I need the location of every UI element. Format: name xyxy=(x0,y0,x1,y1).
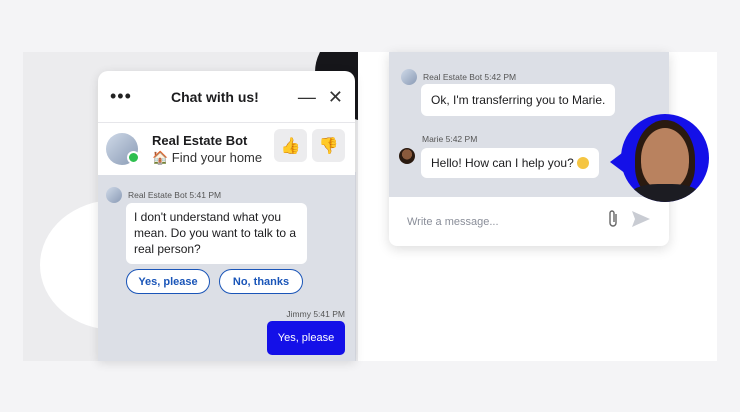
chat-messages: Real Estate Bot 5:41 PM I don't understa… xyxy=(98,175,355,361)
agent-message-text: Hello! How can I help you? xyxy=(431,156,574,170)
chat-header: ••• Chat with us! — ✕ xyxy=(98,71,355,123)
bot-mini-avatar xyxy=(106,187,122,203)
menu-dots-icon[interactable]: ••• xyxy=(110,86,132,107)
send-icon[interactable] xyxy=(631,210,651,233)
agent-message: Hello! How can I help you? xyxy=(421,148,599,179)
bot-message: Ok, I'm transferring you to Marie. xyxy=(421,84,616,117)
chat-title: Chat with us! xyxy=(170,88,259,105)
agent-mini-avatar xyxy=(399,148,415,164)
quick-reply-no-button[interactable]: No, thanks xyxy=(219,269,303,294)
quick-reply-yes-button[interactable]: Yes, please xyxy=(126,269,210,294)
agent-avatar xyxy=(621,114,709,202)
bot-message: I don't understand what you mean. Do you… xyxy=(126,203,307,264)
bot-mini-avatar xyxy=(401,69,417,85)
message-meta: Real Estate Bot 5:42 PM xyxy=(423,72,517,82)
bot-subtitle: 🏠 Find your home xyxy=(152,149,263,165)
chat-widget: ••• Chat with us! — ✕ Real Estate Bot 🏠 … xyxy=(98,71,355,361)
message-input-placeholder: Write a message... xyxy=(407,215,499,228)
bot-avatar xyxy=(106,133,140,165)
user-message: Yes, please xyxy=(267,321,345,355)
close-icon[interactable]: ✕ xyxy=(328,88,343,106)
paperclip-icon[interactable] xyxy=(607,209,619,234)
message-meta: Real Estate Bot 5:41 PM xyxy=(128,190,222,200)
thumbs-down-icon[interactable]: 👎 xyxy=(312,129,345,162)
bot-info: Real Estate Bot 🏠 Find your home 👍 👎 xyxy=(98,123,355,175)
message-meta: Jimmy 5:41 PM xyxy=(286,309,345,319)
smile-emoji-icon xyxy=(576,157,589,169)
bot-name: Real Estate Bot xyxy=(152,132,248,148)
minimize-icon[interactable]: — xyxy=(298,88,316,106)
message-meta: Marie 5:42 PM xyxy=(422,134,478,144)
message-input[interactable]: Write a message... xyxy=(389,197,669,246)
thumbs-up-icon[interactable]: 👍 xyxy=(274,129,307,162)
